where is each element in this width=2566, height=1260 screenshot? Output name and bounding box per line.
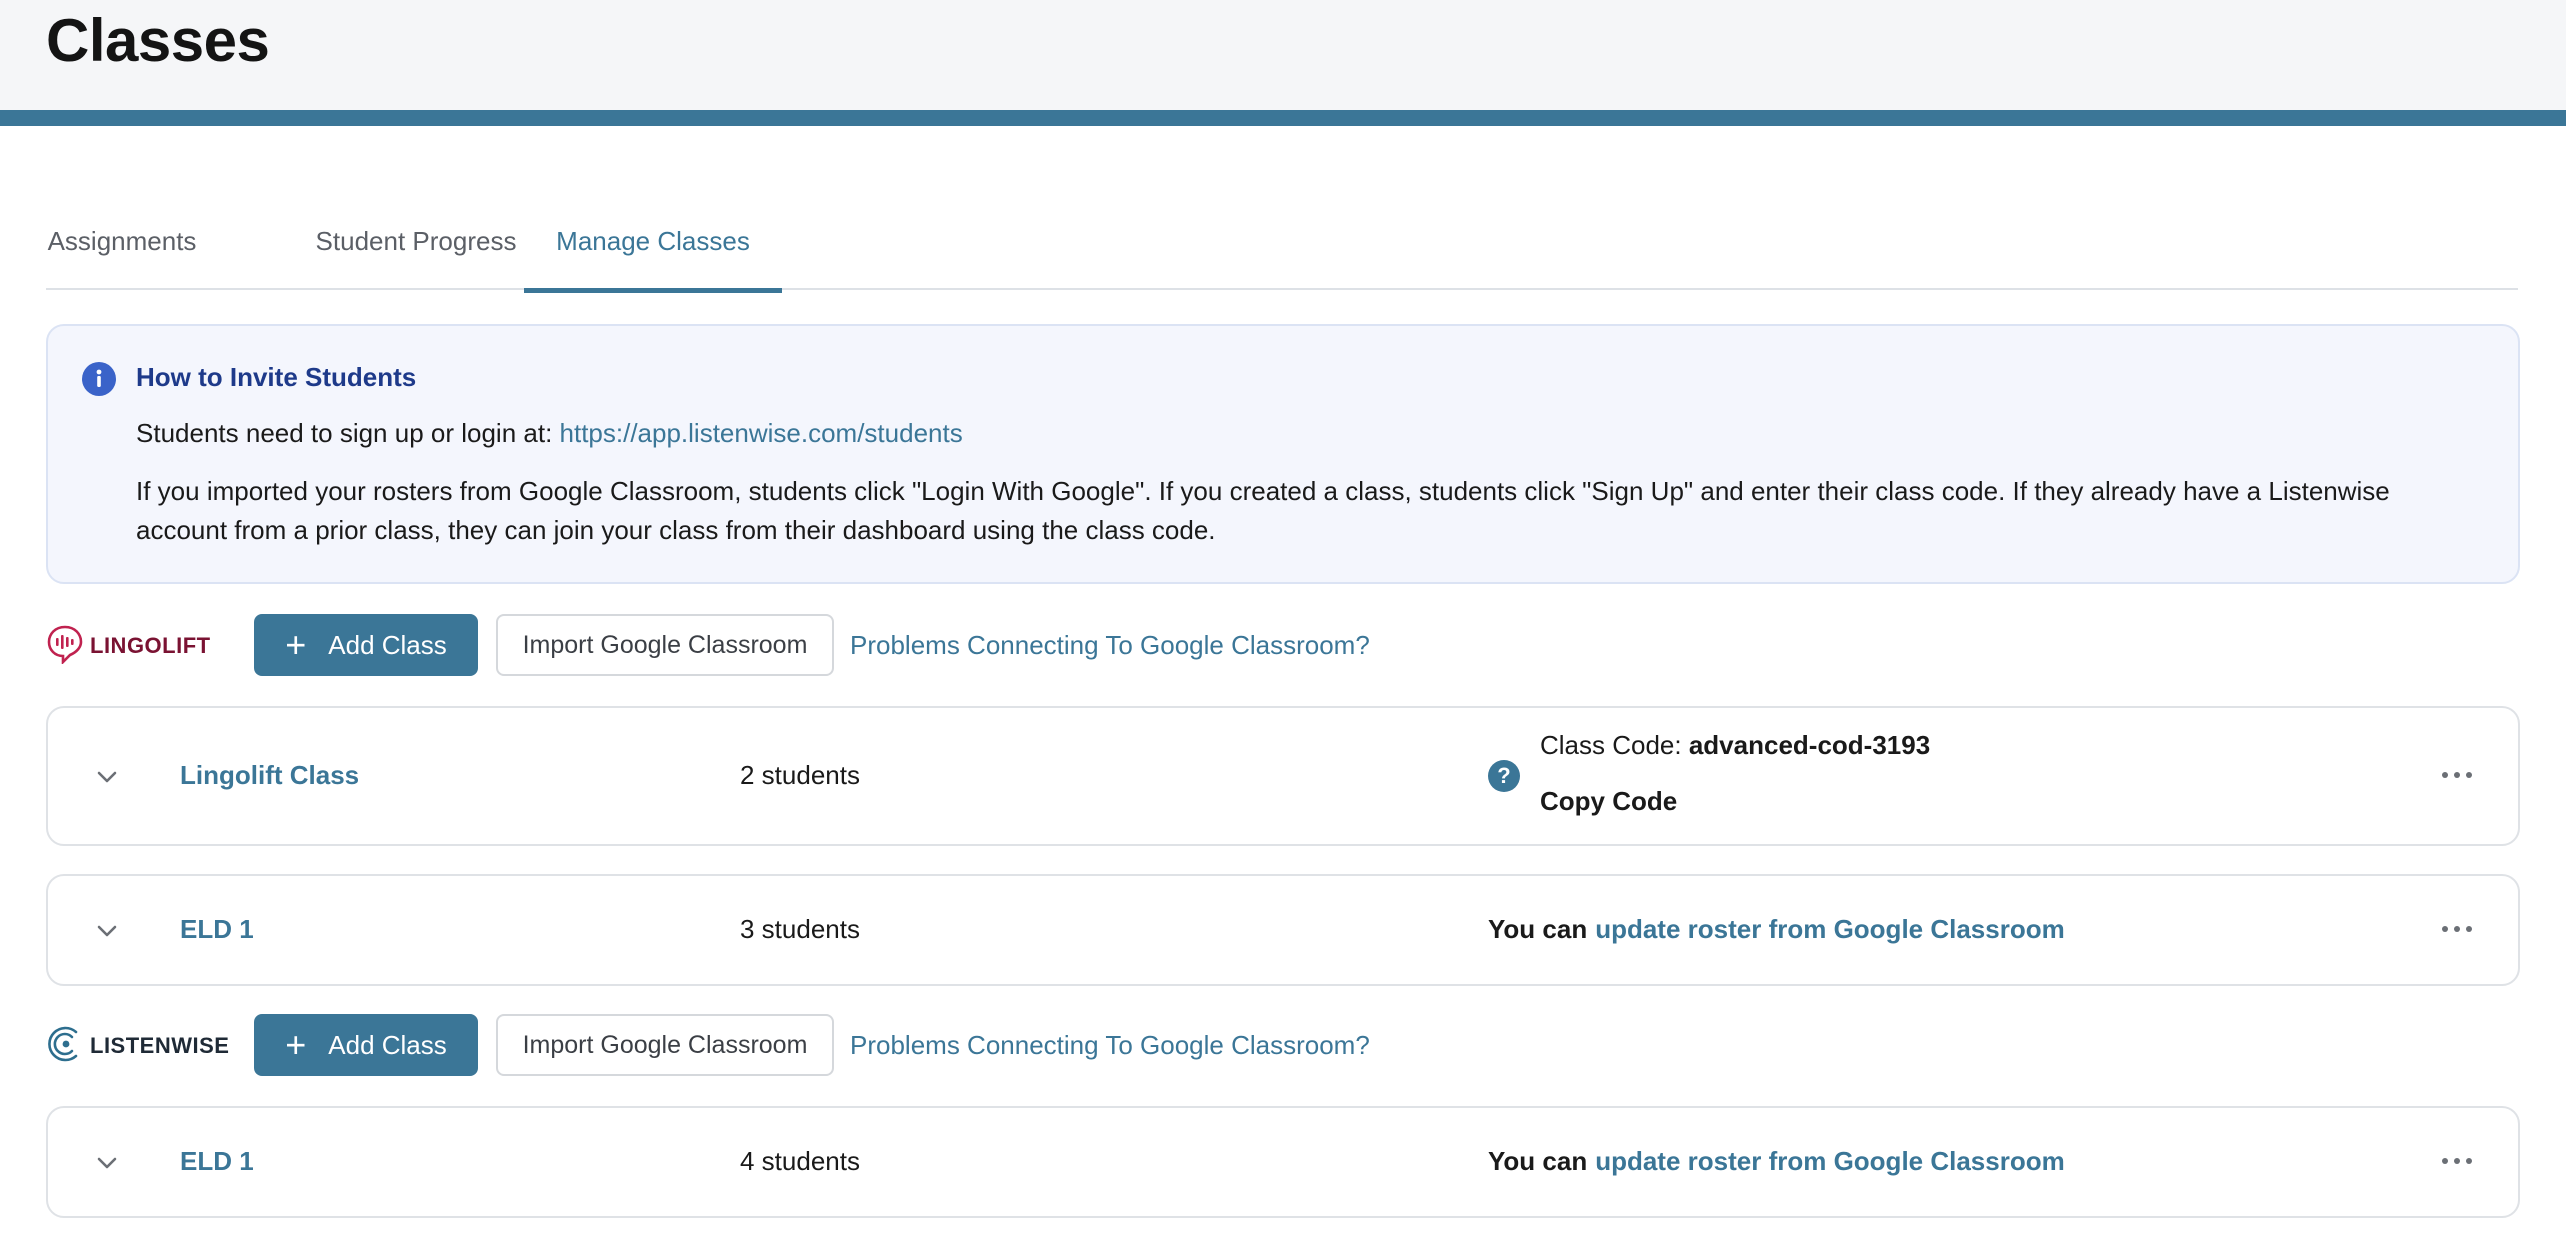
lingolift-brand-name: LINGOLIFT bbox=[90, 633, 211, 658]
lingolift-toolbar: LINGOLIFT + Add Class Import Google Clas… bbox=[46, 614, 2516, 678]
info-signup-prefix: Students need to sign up or login at: bbox=[136, 418, 560, 448]
students-login-link[interactable]: https://app.listenwise.com/students bbox=[560, 418, 963, 448]
listenwise-toolbar: LISTENWISE + Add Class Import Google Cla… bbox=[46, 1014, 2516, 1078]
copy-code-button[interactable]: Copy Code bbox=[1540, 786, 1677, 817]
class-code-label: Class Code: bbox=[1540, 730, 1689, 760]
student-count: 3 students bbox=[740, 914, 860, 944]
tab-student-progress[interactable]: Student Progress bbox=[286, 210, 546, 288]
invite-info-box: How to Invite Students Students need to … bbox=[46, 324, 2520, 584]
lingolift-logo-icon bbox=[46, 624, 84, 669]
add-class-button[interactable]: + Add Class bbox=[254, 614, 478, 676]
info-instructions: If you imported your rosters from Google… bbox=[136, 476, 2390, 545]
plus-icon: + bbox=[285, 624, 307, 665]
class-row: ELD 1 3 students You can update roster fr… bbox=[46, 874, 2520, 986]
class-name[interactable]: ELD 1 bbox=[180, 1146, 254, 1177]
lingolift-brand: LINGOLIFT bbox=[46, 614, 211, 678]
tab-manage-classes[interactable]: Manage Classes bbox=[524, 210, 782, 293]
problems-connecting-link[interactable]: Problems Connecting To Google Classroom? bbox=[850, 1014, 1370, 1076]
roster-prefix: You can bbox=[1488, 914, 1588, 944]
class-code: Class Code: advanced-cod-3193 bbox=[1540, 730, 1930, 761]
listenwise-brand-name: LISTENWISE bbox=[90, 1033, 230, 1058]
page-header: Classes bbox=[0, 0, 2566, 110]
more-options-icon[interactable] bbox=[2442, 1156, 2472, 1166]
add-class-label: Add Class bbox=[328, 1029, 447, 1060]
import-google-classroom-button[interactable]: Import Google Classroom bbox=[496, 614, 834, 676]
plus-icon: + bbox=[285, 1024, 307, 1065]
roster-update-text: You can update roster from Google Classro… bbox=[1488, 914, 2065, 945]
chevron-down-icon[interactable] bbox=[96, 924, 118, 938]
roster-prefix: You can bbox=[1488, 1146, 1588, 1176]
chevron-down-icon[interactable] bbox=[96, 1156, 118, 1170]
page-title: Classes bbox=[46, 7, 270, 74]
info-title: How to Invite Students bbox=[136, 362, 417, 392]
problems-connecting-link[interactable]: Problems Connecting To Google Classroom? bbox=[850, 614, 1370, 676]
tab-assignments[interactable]: Assignments bbox=[46, 210, 198, 288]
class-row: ELD 1 4 students You can update roster fr… bbox=[46, 1106, 2520, 1218]
add-class-button[interactable]: + Add Class bbox=[254, 1014, 478, 1076]
roster-update-text: You can update roster from Google Classro… bbox=[1488, 1146, 2065, 1177]
update-roster-link[interactable]: update roster from Google Classroom bbox=[1595, 914, 2065, 944]
student-count: 2 students bbox=[740, 760, 860, 790]
more-options-icon[interactable] bbox=[2442, 770, 2472, 780]
listenwise-brand: LISTENWISE bbox=[46, 1014, 229, 1078]
chevron-down-icon[interactable] bbox=[96, 770, 118, 784]
help-question-icon[interactable]: ? bbox=[1488, 760, 1520, 792]
class-name[interactable]: ELD 1 bbox=[180, 914, 254, 945]
listenwise-logo-icon bbox=[46, 1024, 84, 1069]
header-accent-bar bbox=[0, 110, 2566, 126]
class-row: Lingolift Class 2 students ? Class Code:… bbox=[46, 706, 2520, 846]
import-google-classroom-button[interactable]: Import Google Classroom bbox=[496, 1014, 834, 1076]
class-name[interactable]: Lingolift Class bbox=[180, 760, 359, 791]
add-class-label: Add Class bbox=[328, 629, 447, 660]
student-count: 4 students bbox=[740, 1146, 860, 1176]
tab-bar: Assignments Student Progress Manage Clas… bbox=[46, 210, 2518, 293]
update-roster-link[interactable]: update roster from Google Classroom bbox=[1595, 1146, 2065, 1176]
class-code-value: advanced-cod-3193 bbox=[1688, 730, 1931, 760]
info-icon bbox=[82, 362, 116, 396]
more-options-icon[interactable] bbox=[2442, 924, 2472, 934]
info-signup-text: Students need to sign up or login at: ht… bbox=[136, 418, 963, 449]
